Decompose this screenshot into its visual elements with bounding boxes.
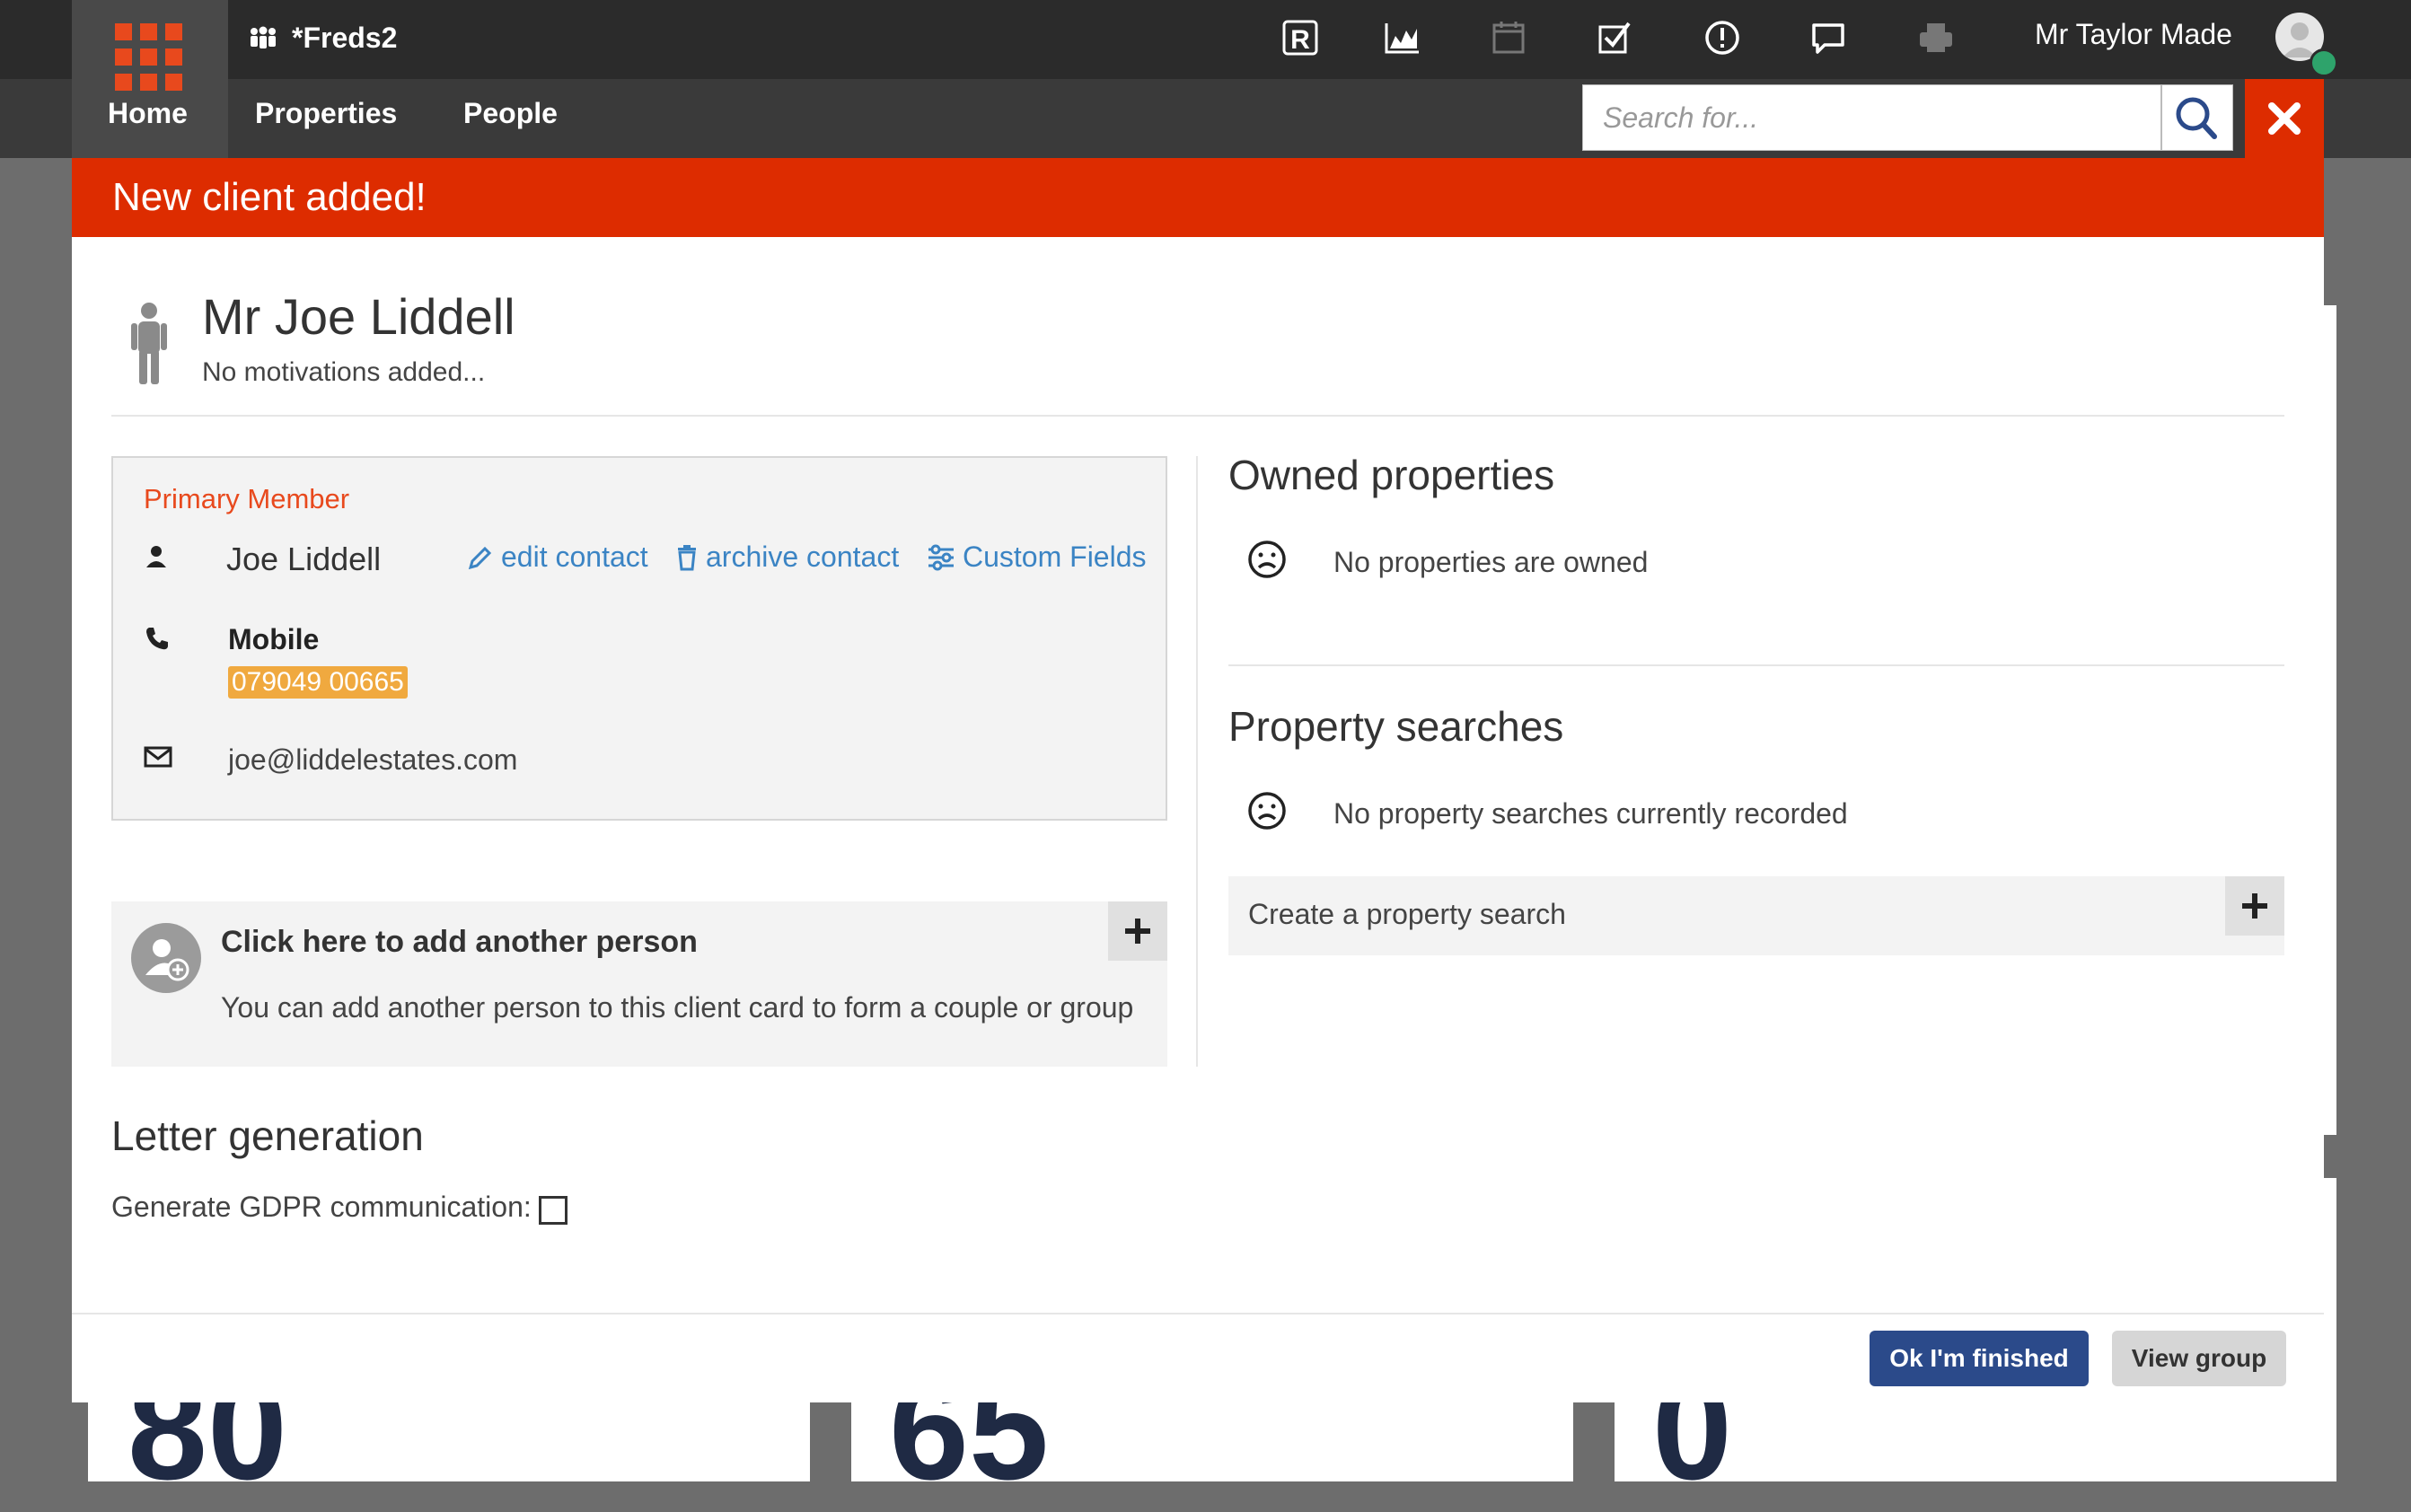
create-property-search-label[interactable]: Create a property search xyxy=(1248,898,1566,931)
add-person-panel[interactable]: Click here to add another person You can… xyxy=(111,901,1167,1067)
plus-icon xyxy=(2242,893,2267,919)
tasks-checkbox-icon[interactable] xyxy=(1593,16,1636,59)
search-icon xyxy=(2176,97,2217,139)
create-property-search-button[interactable] xyxy=(2225,876,2284,936)
close-icon xyxy=(2268,102,2301,135)
app-name: *Freds2 xyxy=(292,22,398,54)
add-person-subtitle: You can add another person to this clien… xyxy=(221,991,1134,1024)
messages-icon[interactable] xyxy=(1807,16,1850,59)
add-person-icon xyxy=(131,923,201,993)
plus-icon xyxy=(1125,919,1150,944)
owned-properties-title: Owned properties xyxy=(1228,452,1555,498)
archive-contact-link[interactable]: archive contact xyxy=(675,541,899,574)
add-person-title[interactable]: Click here to add another person xyxy=(221,925,698,960)
letter-generation-title: Letter generation xyxy=(111,1112,424,1159)
svg-text:R: R xyxy=(1290,25,1310,55)
primary-member-card: Primary Member Joe Liddell edit contact … xyxy=(111,456,1167,821)
reapit-icon[interactable]: R xyxy=(1279,16,1322,59)
divider xyxy=(111,415,2284,417)
member-email[interactable]: joe@liddelestates.com xyxy=(228,743,517,777)
sad-face-icon xyxy=(1248,792,1286,830)
add-person-button[interactable] xyxy=(1108,901,1167,961)
calendar-icon[interactable] xyxy=(1487,16,1530,59)
people-group-icon xyxy=(251,26,276,48)
close-modal-button[interactable] xyxy=(2245,79,2324,158)
edit-contact-link[interactable]: edit contact xyxy=(467,541,648,574)
view-group-button[interactable]: View group xyxy=(2112,1331,2286,1386)
create-property-search-row[interactable]: Create a property search xyxy=(1228,876,2284,955)
pencil-icon xyxy=(468,546,492,569)
footer-divider xyxy=(72,1313,2324,1314)
archive-contact-label: archive contact xyxy=(706,541,900,573)
online-status-icon xyxy=(2310,48,2338,77)
divider xyxy=(1228,664,2284,666)
search-input[interactable]: Search for... xyxy=(1582,84,2161,151)
property-searches-title: Property searches xyxy=(1228,703,1564,750)
nav-properties[interactable]: Properties xyxy=(255,97,397,130)
custom-fields-link[interactable]: Custom Fields xyxy=(927,541,1147,574)
modal-header: New client added! xyxy=(72,158,2324,237)
client-motivations: No motivations added... xyxy=(202,357,486,387)
background-panel-edge xyxy=(2324,305,2336,1135)
trash-icon xyxy=(678,544,696,570)
search-button[interactable] xyxy=(2161,84,2233,151)
mobile-number[interactable]: 079049 00665 xyxy=(228,666,408,699)
person-icon xyxy=(131,303,167,384)
nav-home[interactable]: Home xyxy=(108,97,188,130)
gdpr-checkbox[interactable] xyxy=(539,1196,568,1225)
mobile-label: Mobile xyxy=(228,623,320,655)
ok-finished-button[interactable]: Ok I'm finished xyxy=(1870,1331,2089,1386)
property-searches-empty: No property searches currently recorded xyxy=(1333,797,1848,830)
custom-fields-label: Custom Fields xyxy=(963,541,1147,573)
sad-face-icon xyxy=(1248,541,1286,578)
background-panel-edge xyxy=(2324,1178,2336,1411)
member-name: Joe Liddell xyxy=(226,541,382,577)
analytics-chart-icon[interactable] xyxy=(1381,16,1424,59)
app-title[interactable]: *Freds2 xyxy=(247,22,397,55)
owned-properties-empty: No properties are owned xyxy=(1333,546,1649,578)
user-name[interactable]: Mr Taylor Made xyxy=(2035,18,2232,51)
client-name: Mr Joe Liddell xyxy=(202,288,515,345)
edit-contact-label: edit contact xyxy=(501,541,648,573)
alert-icon[interactable] xyxy=(1701,16,1744,59)
primary-member-label: Primary Member xyxy=(144,483,350,514)
column-separator xyxy=(1196,456,1198,1067)
new-client-modal: New client added! Mr Joe Liddell No moti… xyxy=(72,158,2324,1402)
sliders-icon xyxy=(928,544,954,570)
user-icon xyxy=(146,546,166,567)
email-icon xyxy=(144,746,172,768)
app-grid-icon[interactable] xyxy=(115,23,183,92)
printer-icon[interactable] xyxy=(1914,16,1958,59)
gdpr-label: Generate GDPR communication: xyxy=(111,1191,532,1223)
nav-people[interactable]: People xyxy=(463,97,558,130)
phone-icon xyxy=(146,628,168,650)
